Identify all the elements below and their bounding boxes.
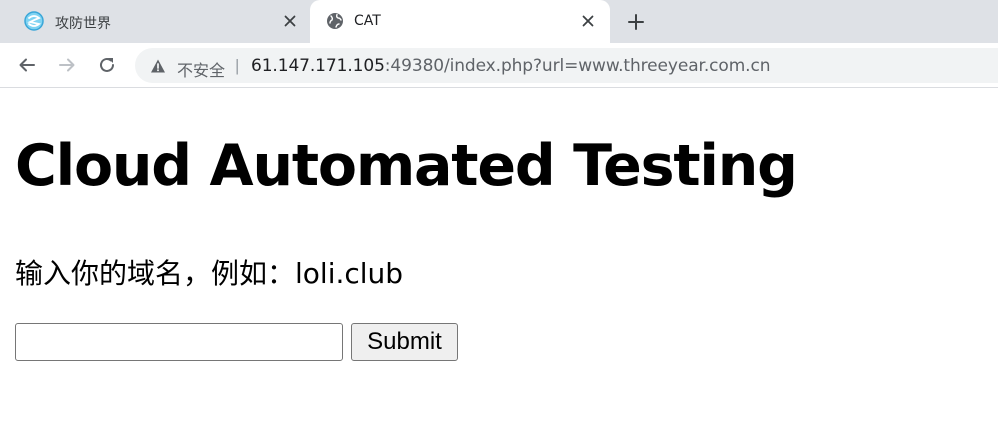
site-logo-icon [24,11,44,31]
url-host: 61.147.171.105 [251,56,385,76]
security-status-label[interactable]: 不安全 [177,57,225,81]
tab-strip: 攻防世界 CAT [0,0,998,43]
close-icon[interactable] [280,11,300,31]
back-arrow-icon[interactable] [15,53,39,77]
reload-icon[interactable] [95,53,119,77]
tab-gongfangshijie[interactable]: 攻防世界 [0,0,310,43]
forward-arrow-icon[interactable] [55,53,79,77]
tab-title: CAT [354,13,381,29]
new-tab-plus-icon[interactable] [624,10,648,34]
url-separator: | [235,56,240,75]
warning-triangle-icon[interactable] [150,58,166,74]
address-bar[interactable]: 不安全 | 61.147.171.105:49380/index.php?url… [135,48,998,83]
url-path: :49380/index.php?url=www.threeyear.com.c… [384,56,771,76]
domain-input[interactable] [15,323,343,361]
globe-icon [325,11,345,31]
close-icon[interactable] [578,11,598,31]
tab-cat[interactable]: CAT [310,0,610,43]
tab-title: 攻防世界 [55,16,111,32]
domain-prompt: 输入你的域名，例如：loli.club [15,257,404,290]
page-title: Cloud Automated Testing [15,133,798,199]
submit-button[interactable]: Submit [351,323,458,361]
browser-toolbar: 不安全 | 61.147.171.105:49380/index.php?url… [0,43,998,88]
url-text[interactable]: 61.147.171.105:49380/index.php?url=www.t… [251,56,770,76]
